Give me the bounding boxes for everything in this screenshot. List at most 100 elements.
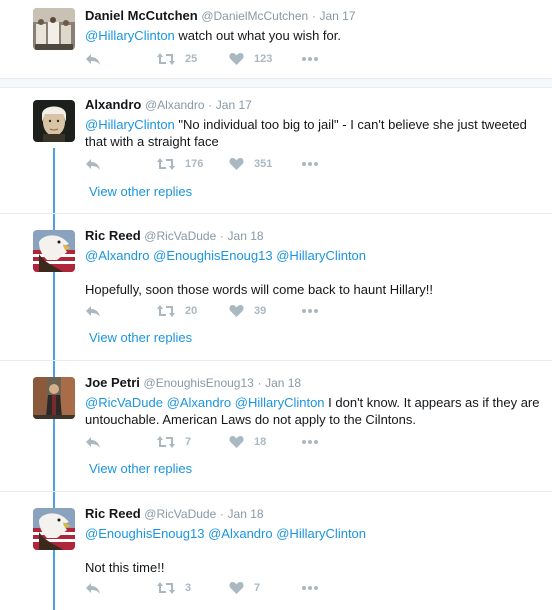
reply-icon — [86, 306, 100, 317]
dot-separator: · — [257, 376, 262, 390]
reply-icon — [86, 437, 100, 448]
mention-link[interactable]: @HillaryClinton — [85, 117, 175, 132]
user-name[interactable]: Ric Reed — [85, 506, 141, 521]
reply-button[interactable] — [85, 52, 157, 66]
more-icon — [302, 440, 318, 444]
user-name[interactable]: Joe Petri — [85, 375, 140, 390]
user-handle[interactable]: @DanielMcCutchen — [201, 9, 308, 23]
tweet-content: Ric Reed @RicVaDude · Jan 18 @EnoughisEn… — [85, 506, 542, 576]
avatar[interactable] — [33, 230, 75, 272]
tweet-content: Ric Reed @RicVaDude · Jan 18 @Alxandro @… — [85, 228, 542, 298]
dot-separator: · — [311, 9, 316, 23]
tweet-actions: 20 39 — [85, 301, 331, 321]
user-handle[interactable]: @EnoughisEnoug13 — [144, 376, 254, 390]
view-other-replies-link[interactable]: View other replies — [89, 461, 192, 476]
like-button[interactable]: 123 — [229, 52, 301, 66]
tweet-header: Joe Petri @EnoughisEnoug13 · Jan 18 — [85, 375, 542, 391]
tweet: Ric Reed @RicVaDude · Jan 18 @EnoughisEn… — [0, 492, 552, 610]
timestamp[interactable]: Jan 17 — [216, 98, 252, 112]
tweet-actions: 176 351 — [85, 154, 331, 174]
timestamp[interactable]: Jan 18 — [228, 507, 264, 521]
user-name[interactable]: Alxandro — [85, 97, 141, 112]
timestamp[interactable]: Jan 17 — [319, 9, 355, 23]
tweet-content: Daniel McCutchen @DanielMcCutchen · Jan … — [85, 8, 542, 44]
user-handle[interactable]: @RicVaDude — [144, 507, 216, 521]
avatar[interactable] — [33, 508, 75, 550]
user-handle[interactable]: @RicVaDude — [144, 229, 216, 243]
reply-button[interactable] — [85, 304, 157, 318]
view-other-replies-link[interactable]: View other replies — [89, 184, 192, 199]
reply-mentions: @EnoughisEnoug13 @Alxandro @HillaryClint… — [85, 525, 542, 542]
retweet-button[interactable]: 20 — [157, 304, 229, 318]
more-button[interactable] — [301, 161, 331, 167]
heart-icon — [229, 53, 244, 65]
mention-link[interactable]: @HillaryClinton — [235, 395, 325, 410]
retweet-button[interactable]: 3 — [157, 581, 229, 595]
more-button[interactable] — [301, 439, 331, 445]
more-button[interactable] — [301, 308, 331, 314]
timestamp[interactable]: Jan 18 — [265, 376, 301, 390]
more-icon — [302, 586, 318, 590]
tweet-text: Hopefully, soon those words will come ba… — [85, 282, 434, 297]
view-other-replies-link[interactable]: View other replies — [89, 330, 192, 345]
tweet-header: Daniel McCutchen @DanielMcCutchen · Jan … — [85, 8, 542, 24]
reply-button[interactable] — [85, 435, 157, 449]
mention-link[interactable]: @Alxandro — [167, 395, 232, 410]
tweet-body: watch out what you wish for. — [174, 28, 341, 43]
heart-icon — [229, 436, 244, 448]
dot-separator: · — [219, 229, 224, 243]
user-name[interactable]: Ric Reed — [85, 228, 141, 243]
avatar[interactable] — [33, 100, 75, 142]
retweet-icon — [157, 305, 175, 317]
retweet-button[interactable]: 176 — [157, 157, 229, 171]
like-button[interactable]: 351 — [229, 157, 301, 171]
retweet-count: 176 — [185, 158, 204, 170]
tweet-text: Not this time!! — [85, 560, 165, 575]
more-button[interactable] — [301, 585, 331, 591]
user-handle[interactable]: @Alxandro — [145, 98, 205, 112]
retweet-icon — [157, 53, 175, 65]
like-button[interactable]: 18 — [229, 435, 301, 449]
tweet: Joe Petri @EnoughisEnoug13 · Jan 18 @Ric… — [0, 361, 552, 491]
dot-separator: · — [208, 98, 213, 112]
user-name[interactable]: Daniel McCutchen — [85, 8, 198, 23]
avatar[interactable] — [33, 8, 75, 50]
reply-icon — [86, 583, 100, 594]
avatar[interactable] — [33, 377, 75, 419]
reply-mentions: @Alxandro @EnoughisEnoug13 @HillaryClint… — [85, 247, 542, 264]
mention-link[interactable]: @HillaryClinton — [276, 526, 366, 541]
more-button[interactable] — [301, 56, 331, 62]
tweet-header: Ric Reed @RicVaDude · Jan 18 — [85, 506, 542, 522]
mention-link[interactable]: @EnoughisEnoug13 — [85, 526, 204, 541]
tweet-text: @HillaryClinton watch out what you wish … — [85, 27, 542, 44]
tweet-actions: 7 18 — [85, 432, 331, 452]
tweet-content: Joe Petri @EnoughisEnoug13 · Jan 18 @Ric… — [85, 375, 542, 428]
mention-link[interactable]: @Alxandro — [85, 248, 150, 263]
reply-button[interactable] — [85, 581, 157, 595]
mention-link[interactable]: @Alxandro — [208, 526, 273, 541]
like-count: 39 — [254, 305, 267, 317]
like-button[interactable]: 7 — [229, 581, 301, 595]
retweet-button[interactable]: 25 — [157, 52, 229, 66]
more-icon — [302, 309, 318, 313]
reply-icon — [86, 159, 100, 170]
like-button[interactable]: 39 — [229, 304, 301, 318]
retweet-count: 25 — [185, 53, 198, 65]
mention-link[interactable]: @EnoughisEnoug13 — [153, 248, 272, 263]
mention-link[interactable]: @RicVaDude — [85, 395, 163, 410]
mention-link[interactable]: @HillaryClinton — [276, 248, 366, 263]
like-count: 7 — [254, 582, 261, 594]
mention-link[interactable]: @HillaryClinton — [85, 28, 175, 43]
tweet-header: Alxandro @Alxandro · Jan 17 — [85, 97, 542, 113]
tweet: Ric Reed @RicVaDude · Jan 18 @Alxandro @… — [0, 214, 552, 356]
timestamp[interactable]: Jan 18 — [228, 229, 264, 243]
tweet: Alxandro @Alxandro · Jan 17 @HillaryClin… — [0, 88, 552, 210]
retweet-button[interactable]: 7 — [157, 435, 229, 449]
like-count: 123 — [254, 53, 273, 65]
tweet-content: Alxandro @Alxandro · Jan 17 @HillaryClin… — [85, 97, 542, 150]
heart-icon — [229, 582, 244, 594]
reply-button[interactable] — [85, 157, 157, 171]
tweet-header: Ric Reed @RicVaDude · Jan 18 — [85, 228, 542, 244]
like-count: 18 — [254, 436, 267, 448]
tweet-actions: 25 123 — [85, 49, 331, 69]
